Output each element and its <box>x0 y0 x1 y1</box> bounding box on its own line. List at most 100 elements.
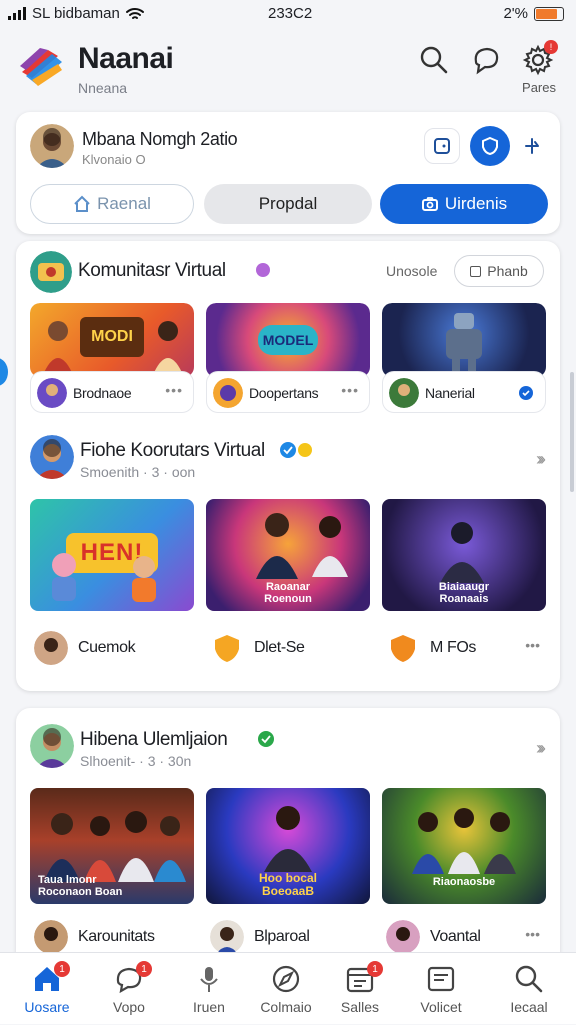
nav-label: Salles <box>340 999 380 1015</box>
profile-avatar[interactable] <box>30 124 74 168</box>
tile-label: Doopertans <box>249 385 319 401</box>
character-icon <box>132 556 156 602</box>
member-row-item[interactable]: Voantal ••• <box>386 920 546 954</box>
member-row-item[interactable]: Karounitats <box>34 920 194 954</box>
community-tile[interactable]: MODI Brodnaoe ••• <box>30 303 194 415</box>
section1-action-text[interactable]: Unosole <box>386 263 437 279</box>
community-image[interactable]: Riaonaosbe <box>382 788 546 904</box>
share-icon <box>525 138 539 154</box>
member-row-item[interactable]: Dlet-Se <box>210 631 370 665</box>
tile-caption: Nanerial <box>382 371 546 413</box>
member-row-item[interactable]: Cuemok <box>34 631 194 665</box>
tile-banner: MODEL <box>258 325 318 355</box>
shield-badge-icon <box>391 635 415 662</box>
chat-icon <box>474 47 499 75</box>
header-search-button[interactable] <box>418 44 450 76</box>
profile-shield-button[interactable] <box>470 126 510 166</box>
left-edge-handle[interactable] <box>0 358 8 386</box>
person-figure-icon <box>264 806 312 872</box>
tile-banner: MODI <box>80 317 144 357</box>
community-image[interactable]: HEN! <box>30 499 194 611</box>
section2-avatar[interactable] <box>30 435 74 479</box>
image-caption: Riaonaosbe <box>432 876 496 888</box>
community-tile[interactable]: MODEL Doopertans ••• <box>206 303 370 415</box>
tile-avatar <box>389 378 419 408</box>
checkbox-icon <box>470 265 482 277</box>
chevrons-right-icon[interactable]: ››› <box>536 449 546 470</box>
status-time: 233C2 <box>268 5 313 22</box>
member-label: Voantal <box>430 928 481 945</box>
settings-badge: ! <box>544 40 558 54</box>
nav-item-calendar[interactable]: 1 Salles <box>325 953 395 1025</box>
nav-item-messages[interactable]: Volicet <box>406 953 476 1025</box>
community-image[interactable]: Raoanar Roenoun <box>206 499 370 611</box>
nav-label: Iecaal <box>510 999 548 1015</box>
scrollbar[interactable] <box>570 372 574 492</box>
person-figure-icon <box>152 321 184 377</box>
community-image[interactable]: Taua lmonr Roconaon Boan <box>30 788 194 904</box>
person-figure-icon <box>440 522 484 583</box>
member-row-item[interactable]: Blparoal <box>210 920 370 954</box>
app-logo-icon <box>20 48 62 86</box>
tile-label: Nanerial <box>425 385 475 401</box>
tile-label: Brodnaoe <box>73 385 132 401</box>
community-image[interactable]: Biaiaaugr Roanaais <box>382 499 546 611</box>
settings-label: Pares <box>522 80 556 95</box>
nav-item-microphone[interactable]: Iruen <box>174 953 244 1025</box>
nav-item-search[interactable]: Iecaal <box>494 953 564 1025</box>
member-label: Blparoal <box>254 928 310 945</box>
more-icon[interactable]: ••• <box>341 382 359 398</box>
microphone-icon <box>200 967 218 992</box>
nav-item-home[interactable]: 1 Uosare <box>12 953 82 1025</box>
home-outline-icon <box>74 195 90 212</box>
section-fiohe-koorutars: Fiohe Koorutars Virtual Smoenith · 3 · o… <box>16 425 560 690</box>
member-label: Karounitats <box>78 928 155 945</box>
group-photo-icon <box>412 808 516 874</box>
tab-raenal[interactable]: Raenal <box>30 184 194 224</box>
section2-title: Fiohe Koorutars Virtual <box>80 440 265 461</box>
section3-avatar[interactable] <box>30 724 74 768</box>
profile-name: Mbana Nomgh 2atio <box>82 129 238 149</box>
profile-share-button[interactable] <box>514 128 550 164</box>
tab-label: Uirdenis <box>444 194 508 213</box>
header-settings-button[interactable]: ! <box>522 40 558 76</box>
community-tile[interactable]: Nanerial <box>382 303 546 415</box>
section2-subtitle: Smoenith · 3 · oon <box>80 464 196 480</box>
member-label: Dlet-Se <box>254 639 305 656</box>
member-row-item[interactable]: M FOs ••• <box>386 631 546 665</box>
search-icon <box>420 46 448 74</box>
nav-label: Colmaio <box>260 999 312 1015</box>
compass-icon <box>272 965 300 993</box>
member-avatar <box>386 920 420 954</box>
nav-item-chat[interactable]: 1 Vopo <box>94 953 164 1025</box>
member-label: M FOs <box>430 639 476 656</box>
app-subtitle: Nneana <box>78 80 128 96</box>
tab-uirdenis[interactable]: Uirdenis <box>380 184 548 224</box>
member-avatar <box>34 631 68 665</box>
header-chat-button[interactable] <box>470 44 502 76</box>
nav-item-compass[interactable]: Colmaio <box>251 953 321 1025</box>
tile-image <box>382 303 546 377</box>
tab-propdal[interactable]: Propdal <box>204 184 372 224</box>
battery-percent: 2'% <box>503 5 528 22</box>
section1-avatar[interactable] <box>30 251 72 293</box>
bottom-navigation: 1 Uosare 1 Vopo Iruen Colmaio 1 Salles V… <box>0 952 576 1024</box>
tile-image: MODEL <box>206 303 370 377</box>
community-image[interactable]: Hoo bocal BoeoaaB <box>206 788 370 904</box>
profile-square-button[interactable] <box>424 128 460 164</box>
more-icon[interactable]: ••• <box>525 637 540 653</box>
person-figure-icon <box>256 513 298 579</box>
tile-image: MODI <box>30 303 194 377</box>
nav-badge: 1 <box>136 961 152 977</box>
more-icon[interactable]: ••• <box>165 382 183 398</box>
nav-badge: 1 <box>54 961 70 977</box>
chevrons-right-icon[interactable]: ››› <box>536 738 546 759</box>
person-figure-icon <box>42 321 74 377</box>
verified-icon <box>258 731 274 747</box>
app-title: Naanai <box>78 42 174 75</box>
image-caption: Biaiaaugr Roanaais <box>438 581 490 605</box>
more-icon[interactable]: ••• <box>525 926 540 942</box>
section1-phanb-button[interactable]: Phanb <box>454 255 544 287</box>
nav-badge: 1 <box>367 961 383 977</box>
wifi-icon <box>125 7 144 19</box>
